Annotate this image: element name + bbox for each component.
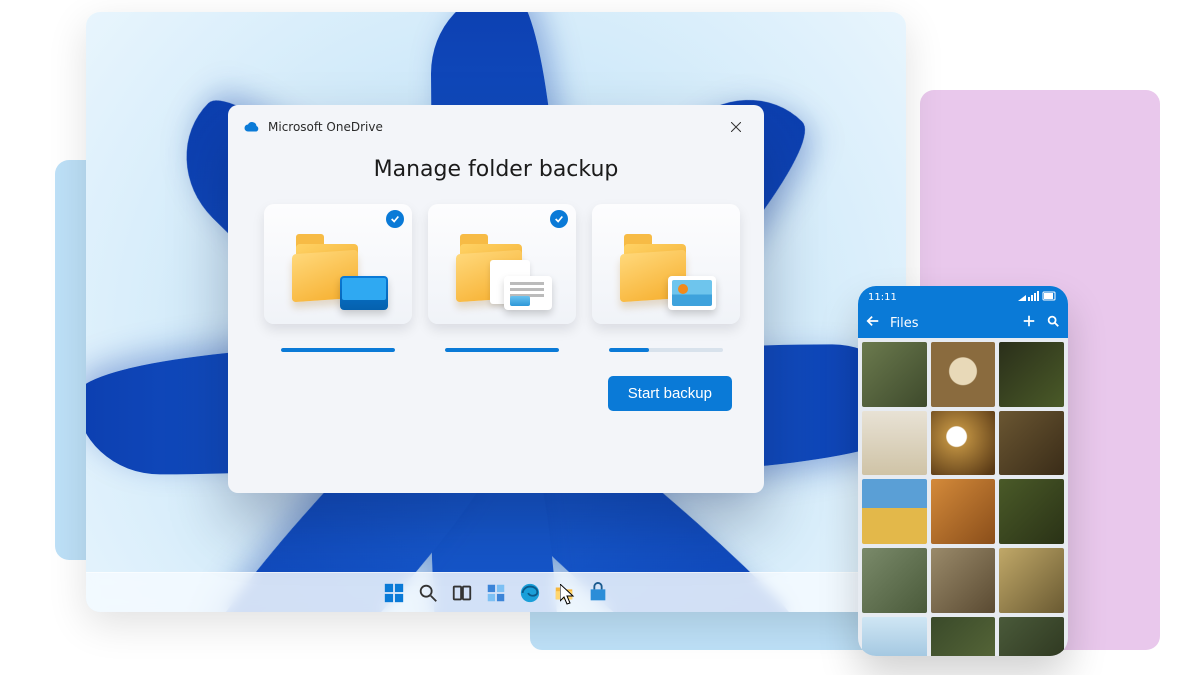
phone-time: 11:11 — [868, 292, 897, 303]
folder-card-desktop[interactable] — [264, 204, 412, 352]
add-icon[interactable] — [1022, 314, 1036, 332]
onedrive-cloud-icon — [244, 118, 260, 137]
folder-desktop-icon — [292, 234, 384, 310]
store-icon[interactable] — [587, 582, 609, 604]
photo-thumbnail[interactable] — [999, 617, 1064, 656]
photo-thumbnail[interactable] — [931, 479, 996, 544]
progress-fill — [445, 348, 559, 352]
check-icon — [550, 210, 568, 228]
photo-thumbnail[interactable] — [999, 342, 1064, 407]
onedrive-backup-dialog: Microsoft OneDrive Manage folder backup — [228, 105, 764, 493]
photo-thumbnail[interactable] — [999, 479, 1064, 544]
photo-thumbnail[interactable] — [862, 617, 927, 656]
file-explorer-icon[interactable] — [553, 582, 575, 604]
progress-bar — [609, 348, 723, 352]
start-backup-button[interactable]: Start backup — [608, 376, 732, 411]
close-button[interactable] — [722, 115, 750, 139]
photo-thumbnail[interactable] — [931, 617, 996, 656]
start-icon[interactable] — [383, 582, 405, 604]
phone-device: 11:11 Files — [858, 286, 1068, 656]
back-icon[interactable] — [866, 314, 880, 332]
folder-pictures-icon — [620, 234, 712, 310]
edge-icon[interactable] — [519, 582, 541, 604]
folder-card-pictures[interactable] — [592, 204, 740, 352]
task-view-icon[interactable] — [451, 582, 473, 604]
photo-thumbnail[interactable] — [862, 411, 927, 476]
search-icon[interactable] — [1046, 314, 1060, 332]
widgets-icon[interactable] — [485, 582, 507, 604]
progress-fill — [609, 348, 649, 352]
phone-statusbar: 11:11 — [858, 286, 1068, 308]
dialog-heading: Manage folder backup — [228, 157, 764, 182]
progress-bar — [281, 348, 395, 352]
search-icon[interactable] — [417, 582, 439, 604]
dialog-titlebar: Microsoft OneDrive — [228, 105, 764, 145]
folder-card-documents[interactable] — [428, 204, 576, 352]
progress-bar — [445, 348, 559, 352]
dialog-title: Microsoft OneDrive — [268, 120, 714, 134]
photo-thumbnail[interactable] — [999, 548, 1064, 613]
phone-screen-title: Files — [890, 316, 919, 331]
photo-thumbnail[interactable] — [862, 548, 927, 613]
folder-row — [228, 204, 764, 352]
status-icons — [1018, 291, 1058, 304]
photo-thumbnail[interactable] — [999, 411, 1064, 476]
photo-thumbnail[interactable] — [862, 342, 927, 407]
photo-grid — [858, 338, 1068, 656]
photo-thumbnail[interactable] — [931, 548, 996, 613]
folder-documents-icon — [456, 234, 548, 310]
photo-thumbnail[interactable] — [931, 342, 996, 407]
taskbar — [86, 572, 906, 612]
progress-fill — [281, 348, 395, 352]
photo-thumbnail[interactable] — [931, 411, 996, 476]
photo-thumbnail[interactable] — [862, 479, 927, 544]
check-icon — [386, 210, 404, 228]
phone-appbar: Files — [858, 308, 1068, 338]
